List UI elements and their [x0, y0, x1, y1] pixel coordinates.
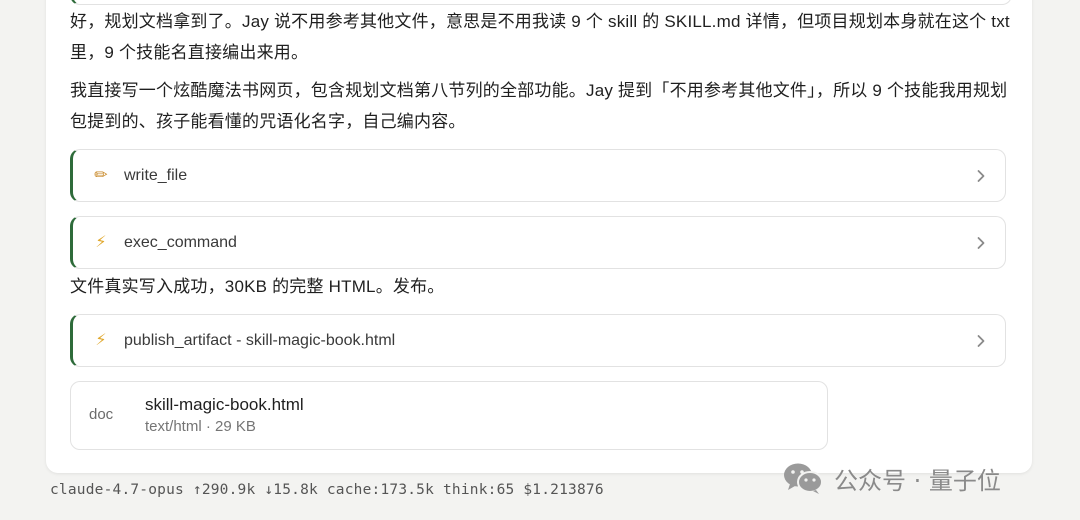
chevron-right-icon [977, 169, 985, 182]
assistant-message-1: 好，规划文档拿到了。Jay 说不用参考其他文件，意思是不用我读 9 个 skil… [70, 12, 1010, 62]
usage-status-bar: claude-4.7-opus ↑290.9k ↓15.8k cache:173… [50, 482, 604, 498]
tool-call-label: exec_command [124, 233, 237, 251]
watermark: 公众号 · 量子位 [782, 458, 1001, 498]
tool-call-label: write_file [124, 166, 188, 184]
lightning-icon: ⚡ [95, 331, 107, 349]
pencil-icon: ✏ [94, 166, 108, 184]
watermark-text: 公众号 · 量子位 [834, 466, 1001, 495]
file-name: skill-magic-book.html [145, 395, 304, 414]
chevron-right-icon [977, 334, 985, 347]
lightning-icon: ⚡ [95, 233, 107, 251]
file-meta: text/html · 29 KB [145, 418, 256, 435]
wechat-icon [784, 463, 823, 494]
tool-call-label: publish_artifact - skill-magic-book.html [124, 331, 396, 349]
assistant-message-2: 我直接写一个炫酷魔法书网页，包含规划文档第八节列的全部功能。Jay 提到「不用参… [70, 81, 1008, 131]
model-name: claude-4.7-opus [50, 482, 184, 498]
cost: $1.213876 [523, 482, 604, 498]
chevron-right-icon [977, 236, 985, 249]
previous-tool-card[interactable] [70, 0, 1012, 5]
tokens-up: ↑290.9k [192, 482, 256, 498]
tool-call-publish-artifact[interactable]: ⚡ publish_artifact - skill-magic-book.ht… [70, 314, 1006, 367]
tokens-down: ↓15.8k [264, 482, 318, 498]
file-type-label: doc [89, 406, 114, 423]
tool-call-exec-command[interactable]: ⚡ exec_command [70, 216, 1006, 269]
artifact-file-card[interactable]: doc skill-magic-book.html text/html · 29… [70, 381, 828, 450]
assistant-message-3: 文件真实写入成功，30KB 的完整 HTML。发布。 [70, 277, 445, 296]
cache-tokens: cache:173.5k [326, 482, 435, 498]
think-tokens: think:65 [442, 482, 515, 498]
tool-call-write-file[interactable]: ✏ write_file [70, 149, 1006, 202]
